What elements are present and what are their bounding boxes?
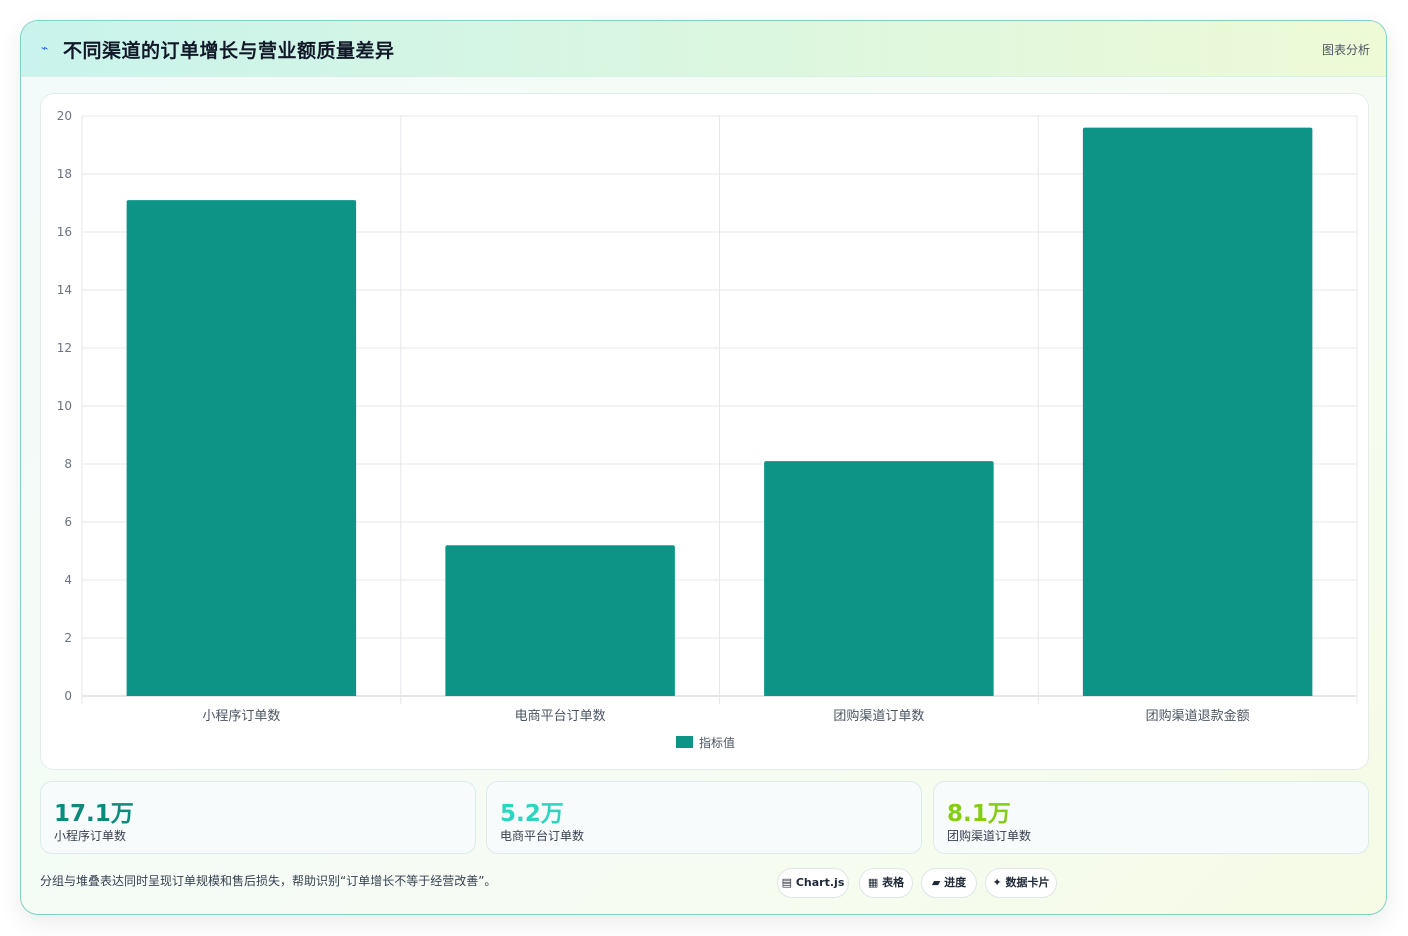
chip-label: Chart.js [795,876,845,889]
y-tick-label: 16 [57,225,72,239]
stat-label: 小程序订单数 [54,829,127,843]
stat-card: 8.1万 团购渠道订单数 [933,781,1369,854]
bar [445,545,675,696]
footer-note: 分组与堆叠表达同时呈现订单规模和售后损失，帮助识别“订单增长不等于经营改善”。 [40,874,497,888]
y-tick-label: 18 [57,167,72,181]
chip-label: 表格 [882,876,905,889]
y-tick-label: 10 [57,399,72,413]
chart-analysis-tag: 图表分析 [1321,43,1370,57]
stat-value: 5.2万 [500,801,564,827]
chip-label: 进度 [944,876,967,889]
y-tick-label: 20 [57,109,72,123]
chip-chartjs[interactable]: ▤ Chart.js [777,868,849,898]
page-title: 不同渠道的订单增长与营业额质量差异 [63,40,395,62]
stat-card: 5.2万 电商平台订单数 [486,781,922,854]
progress-icon: ▰ [931,876,941,889]
y-tick-label: 14 [57,283,72,297]
stat-value: 8.1万 [947,801,1011,827]
chart-panel: 0 2 4 6 8 10 12 14 16 18 20 小程序订单数 电商平台订单数 团购渠道订单数 团购渠… [40,93,1369,770]
y-tick-label: 2 [64,631,72,645]
y-tick-label: 8 [64,457,72,471]
stat-cards: 17.1万 小程序订单数 5.2万 电商平台订单数 8.1万 团购渠道订单数 [40,781,1369,854]
card-header: ⌁ 不同渠道的订单增长与营业额质量差异 图表分析 [21,21,1386,77]
bar [1082,127,1313,697]
y-tick-label: 4 [64,573,72,587]
chart-icon: ▤ [781,876,793,889]
x-tick-label: 电商平台订单数 [515,709,606,724]
y-tick-label: 0 [64,689,72,703]
sparkle-icon: ✦ [992,876,1002,889]
stat-label: 团购渠道订单数 [947,829,1032,843]
chip-table[interactable]: ▦ 表格 [859,868,913,898]
bar-chart: 0 2 4 6 8 10 12 14 16 18 20 小程序订单数 电商平台订单数 团购渠道订单数 团购渠… [57,109,1358,750]
legend-swatch [676,736,693,748]
chart-card: ⌁ 不同渠道的订单增长与营业额质量差异 图表分析 0 2 4 6 8 10 12 14 16 18… [20,20,1387,915]
x-tick-label: 团购渠道订单数 [833,708,924,724]
chip-data-cards[interactable]: ✦ 数据卡片 [985,868,1057,898]
stat-card: 17.1万 小程序订单数 [40,781,476,854]
legend-label: 指标值 [699,735,735,750]
stat-value: 17.1万 [54,801,134,827]
y-tick-label: 12 [57,341,72,355]
bar [126,200,357,696]
stat-label: 电商平台订单数 [500,829,585,843]
x-tick-label: 团购渠道退款金额 [1146,708,1250,724]
chip-label: 数据卡片 [1005,876,1050,889]
y-tick-label: 6 [64,515,72,529]
chip-progress[interactable]: ▰ 进度 [921,868,977,898]
bar [764,461,994,696]
spark-icon: ⌁ [41,41,49,55]
table-icon: ▦ [867,876,879,889]
x-tick-label: 小程序订单数 [202,709,280,724]
